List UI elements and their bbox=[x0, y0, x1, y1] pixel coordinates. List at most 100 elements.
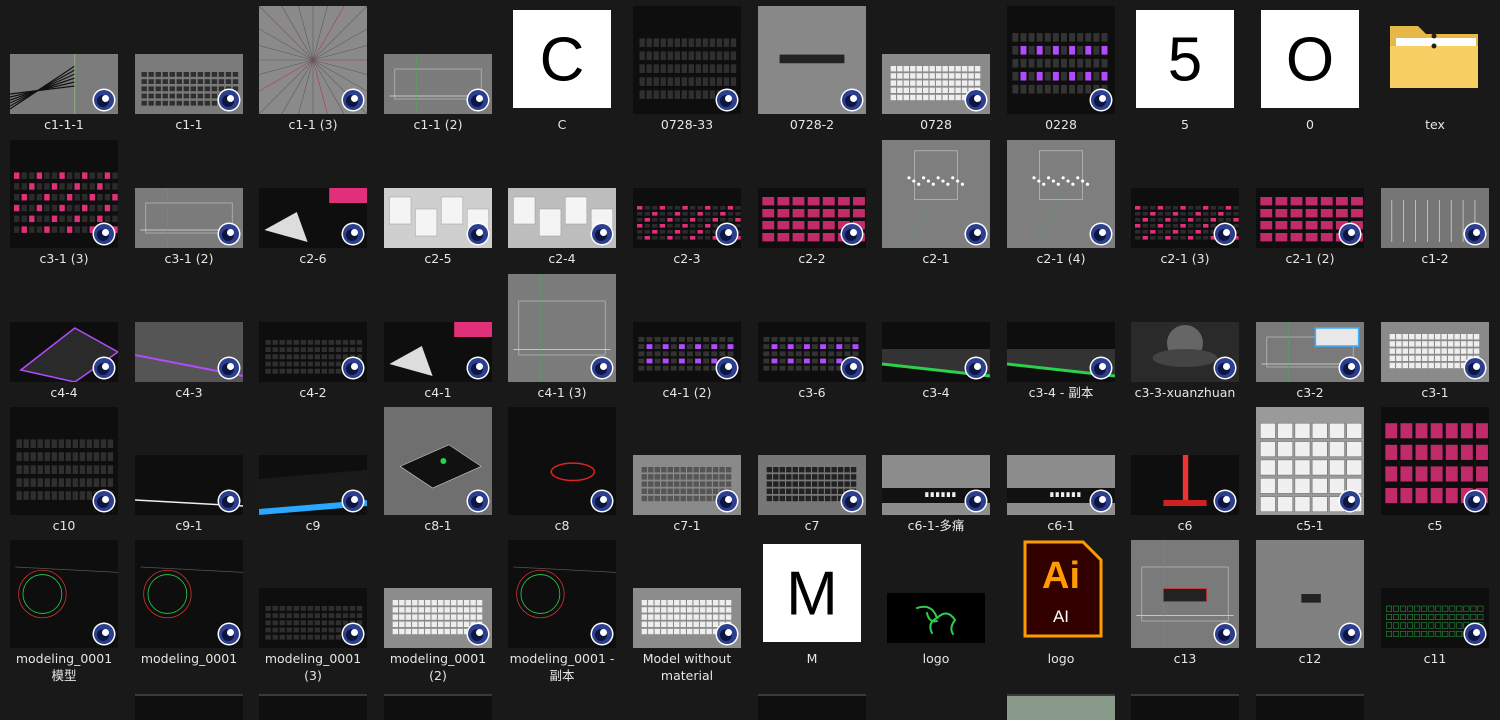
cinema4d-icon bbox=[1089, 222, 1113, 246]
render-thumbnail-partial[interactable] bbox=[1007, 694, 1115, 720]
file-item[interactable]: c8 bbox=[500, 405, 624, 539]
image-thumbnail: C bbox=[513, 10, 611, 108]
cinema4d-icon bbox=[217, 489, 241, 513]
cinema4d-icon bbox=[1213, 489, 1237, 513]
cinema4d-icon bbox=[590, 222, 614, 246]
file-item[interactable]: c3-4 - 副本 bbox=[999, 272, 1123, 406]
cinema4d-icon bbox=[92, 356, 116, 380]
file-name-label: c3-4 - 副本 bbox=[1028, 385, 1094, 400]
file-item[interactable]: 0728-33 bbox=[625, 4, 749, 138]
file-name-label: c2-1 (3) bbox=[1160, 251, 1210, 266]
file-item[interactable]: c2-1 (2) bbox=[1248, 138, 1372, 272]
cinema4d-icon bbox=[341, 88, 365, 112]
file-name-label: c1-2 bbox=[1421, 251, 1449, 266]
file-item[interactable]: tex bbox=[1373, 4, 1497, 138]
file-item[interactable]: c6-1-多痛 bbox=[874, 405, 998, 539]
file-item[interactable]: O0 bbox=[1248, 4, 1372, 138]
file-item[interactable]: c12 bbox=[1248, 538, 1372, 672]
file-item[interactable]: modeling_0001 - 副本 bbox=[500, 538, 624, 683]
file-item[interactable]: c1-1 (3) bbox=[251, 4, 375, 138]
render-thumbnail-partial[interactable] bbox=[1131, 694, 1239, 720]
file-item[interactable]: c1-1 bbox=[127, 4, 251, 138]
file-item[interactable]: c2-4 bbox=[500, 138, 624, 272]
render-thumbnail-partial[interactable] bbox=[758, 694, 866, 720]
file-item[interactable]: Model without material bbox=[625, 538, 749, 683]
cinema4d-icon bbox=[1463, 622, 1487, 646]
file-item[interactable]: c2-2 bbox=[750, 138, 874, 272]
file-item[interactable]: c8-1 bbox=[376, 405, 500, 539]
file-item[interactable]: c4-4 bbox=[2, 272, 126, 406]
file-item[interactable]: c4-1 (2) bbox=[625, 272, 749, 406]
file-name-label: modeling_0001 模型 bbox=[15, 651, 113, 683]
file-item[interactable]: c4-2 bbox=[251, 272, 375, 406]
file-item[interactable]: c3-4 bbox=[874, 272, 998, 406]
file-item[interactable]: Ai AI logo bbox=[999, 538, 1123, 672]
file-item[interactable]: c3-1 bbox=[1373, 272, 1497, 406]
file-name-label: logo bbox=[1047, 651, 1075, 666]
render-thumbnail-partial[interactable] bbox=[1256, 694, 1364, 720]
file-item[interactable]: c7 bbox=[750, 405, 874, 539]
cinema4d-icon bbox=[840, 356, 864, 380]
file-name-label: c4-1 (3) bbox=[537, 385, 587, 400]
file-item[interactable]: modeling_0001 (3) bbox=[251, 538, 375, 683]
file-item[interactable]: 0728-2 bbox=[750, 4, 874, 138]
file-name-label: 0 bbox=[1306, 117, 1314, 132]
file-name-label: c9 bbox=[305, 518, 321, 533]
file-name-label: c4-4 bbox=[50, 385, 78, 400]
file-name-label: c8-1 bbox=[424, 518, 452, 533]
file-name-label: c4-1 (2) bbox=[662, 385, 712, 400]
file-item[interactable]: c3-1 (3) bbox=[2, 138, 126, 272]
file-item[interactable]: c3-1 (2) bbox=[127, 138, 251, 272]
file-name-label: c12 bbox=[1298, 651, 1322, 666]
cinema4d-icon bbox=[715, 622, 739, 646]
cinema4d-icon bbox=[590, 489, 614, 513]
file-item[interactable]: c2-6 bbox=[251, 138, 375, 272]
file-item[interactable]: c3-6 bbox=[750, 272, 874, 406]
file-item[interactable]: 55 bbox=[1123, 4, 1247, 138]
file-item[interactable]: c3-3-xuanzhuan bbox=[1123, 272, 1247, 406]
file-item[interactable]: c1-1-1 bbox=[2, 4, 126, 138]
file-item[interactable]: c5-1 bbox=[1248, 405, 1372, 539]
file-item[interactable]: c5 bbox=[1373, 405, 1497, 539]
file-name-label: c7 bbox=[804, 518, 820, 533]
file-item[interactable]: MM bbox=[750, 538, 874, 672]
file-item[interactable]: 0728 bbox=[874, 4, 998, 138]
file-item[interactable]: c4-3 bbox=[127, 272, 251, 406]
file-item[interactable]: c6 bbox=[1123, 405, 1247, 539]
cinema4d-icon bbox=[92, 88, 116, 112]
file-item[interactable]: 0228 bbox=[999, 4, 1123, 138]
file-item[interactable]: c2-1 (3) bbox=[1123, 138, 1247, 272]
file-item[interactable]: c13 bbox=[1123, 538, 1247, 672]
file-item[interactable]: CC bbox=[500, 4, 624, 138]
file-item[interactable]: modeling_0001 (2) bbox=[376, 538, 500, 683]
file-item[interactable]: c2-3 bbox=[625, 138, 749, 272]
file-item[interactable]: modeling_0001 bbox=[127, 538, 251, 672]
file-name-label: logo bbox=[922, 651, 950, 666]
render-thumbnail-partial[interactable] bbox=[135, 694, 243, 720]
render-thumbnail-partial[interactable] bbox=[384, 694, 492, 720]
file-item[interactable]: c2-1 bbox=[874, 138, 998, 272]
render-thumbnail-partial[interactable] bbox=[259, 694, 367, 720]
file-item[interactable]: c2-1 (4) bbox=[999, 138, 1123, 272]
file-item[interactable]: c1-1 (2) bbox=[376, 4, 500, 138]
file-item[interactable]: c6-1 bbox=[999, 405, 1123, 539]
file-item[interactable]: c7-1 bbox=[625, 405, 749, 539]
file-item[interactable]: c4-1 bbox=[376, 272, 500, 406]
file-item[interactable]: c9-1 bbox=[127, 405, 251, 539]
file-item[interactable]: c4-1 (3) bbox=[500, 272, 624, 406]
file-item[interactable]: c10 bbox=[2, 405, 126, 539]
file-name-label: Model without material bbox=[642, 651, 732, 683]
ai-glyph-top: Ai bbox=[1042, 555, 1080, 597]
file-name-label: c1-1 (2) bbox=[413, 117, 463, 132]
file-name-label: c3-1 (3) bbox=[39, 251, 89, 266]
file-item[interactable]: logo bbox=[874, 538, 998, 672]
file-item[interactable]: c9 bbox=[251, 405, 375, 539]
file-item[interactable]: c3-2 bbox=[1248, 272, 1372, 406]
file-item[interactable]: c2-5 bbox=[376, 138, 500, 272]
file-item[interactable]: c1-2 bbox=[1373, 138, 1497, 272]
razer-logo-thumbnail bbox=[887, 593, 985, 643]
file-item[interactable]: modeling_0001 模型 bbox=[2, 538, 126, 683]
file-item[interactable]: c11 bbox=[1373, 538, 1497, 672]
file-name-label: c2-1 (4) bbox=[1036, 251, 1086, 266]
file-name-label: c11 bbox=[1423, 651, 1447, 666]
